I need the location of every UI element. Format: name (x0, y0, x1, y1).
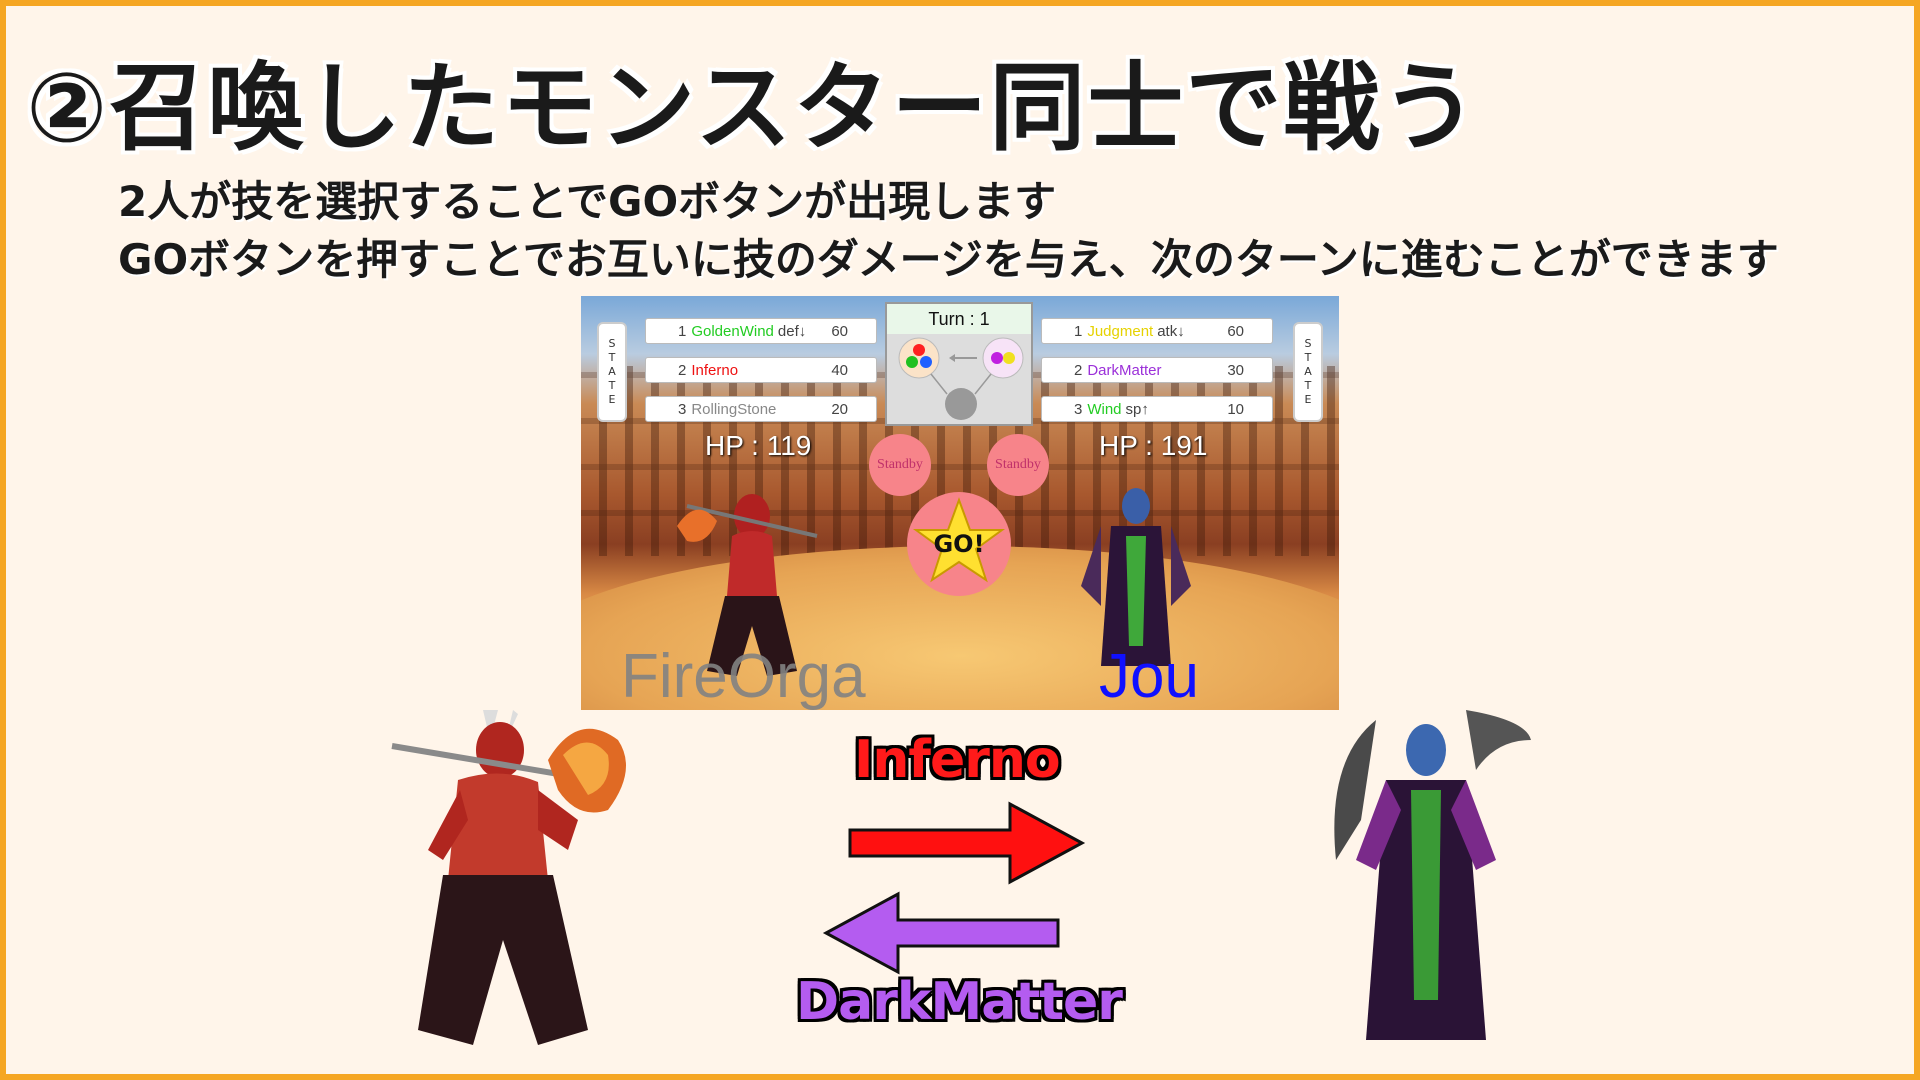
p1-standby-indicator: Standby (869, 434, 931, 496)
p2-move-3-button[interactable]: 3 Wind sp↑ 10 (1041, 396, 1273, 422)
state-tab-right[interactable]: STATE (1293, 322, 1323, 422)
p2-move-2-button[interactable]: 2 DarkMatter 30 (1041, 357, 1273, 383)
slide-title: ②召喚したモンスター同士で戦う (26, 52, 1480, 164)
p2-move-1-button[interactable]: 1 Judgment atk↓ 60 (1041, 318, 1273, 344)
state-tab-left[interactable]: STATE (597, 322, 627, 422)
description-line-1: 2人が技を選択することでGOボタンが出現します (118, 177, 1057, 226)
left-arrow-icon (822, 891, 1060, 975)
p1-monster-name: FireOrga (621, 642, 866, 710)
turn-label: Turn : 1 (887, 304, 1031, 334)
fireorga-illustration (391, 710, 626, 1045)
element-cycle-icon (898, 337, 1024, 420)
game-screenshot: STATE STATE 1 GoldenWind def↓ 60 2 Infer… (581, 296, 1339, 710)
p1-hp: HP : 119 (705, 430, 812, 461)
p1-move-2-button[interactable]: 2 Inferno 40 (645, 357, 877, 383)
p2-hp: HP : 191 (1099, 430, 1208, 461)
forward-attack-label: Inferno (854, 730, 1061, 790)
p2-standby-indicator: Standby (987, 434, 1049, 496)
go-label: GO! (933, 530, 984, 558)
go-star-icon: GO! (912, 497, 1006, 583)
right-arrow-icon (848, 801, 1086, 885)
p1-move-3-button[interactable]: 3 RollingStone 20 (645, 396, 877, 422)
jou-illustration (1334, 710, 1531, 1040)
p2-monster-name: Jou (1099, 642, 1199, 710)
turn-panel: Turn : 1 (885, 302, 1033, 426)
go-button[interactable]: GO! (907, 492, 1011, 596)
p1-move-1-button[interactable]: 1 GoldenWind def↓ 60 (645, 318, 877, 344)
description-line-2: GOボタンを押すことでお互いに技のダメージを与え、次のターンに進むことができます (118, 235, 1779, 284)
backward-attack-label: DarkMatter (796, 972, 1123, 1032)
